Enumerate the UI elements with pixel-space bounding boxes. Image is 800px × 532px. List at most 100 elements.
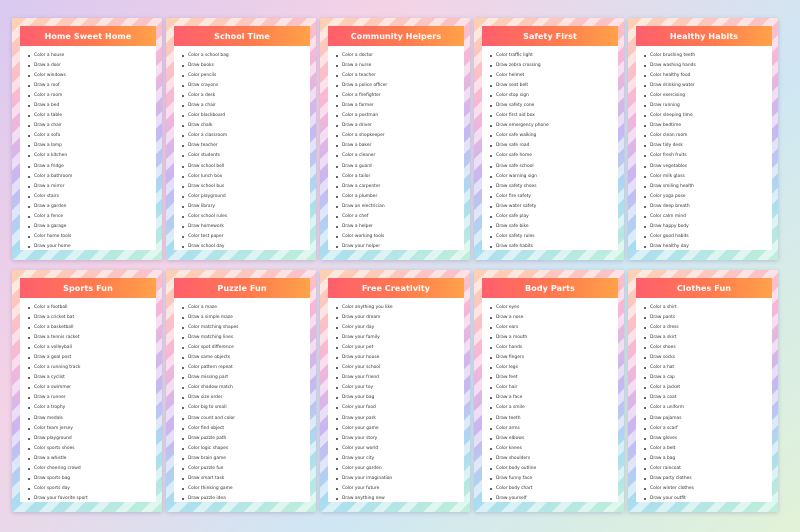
activity-item: Draw drinking water <box>644 81 772 91</box>
activity-item: Draw chalk <box>182 121 310 131</box>
activity-item: Color a fence <box>28 212 156 222</box>
worksheet-title: Sports Fun <box>20 278 156 298</box>
activity-item: Draw running <box>644 101 772 111</box>
activity-item: Draw a simple maze <box>182 313 310 323</box>
activity-item: Color healthy food <box>644 71 772 81</box>
activity-item: Draw a runner <box>28 393 156 403</box>
activity-item: Color a football <box>28 303 156 313</box>
activity-item: Draw your dream <box>336 313 464 323</box>
activity-item: Draw school day <box>182 242 310 252</box>
activity-item: Color arms <box>490 424 618 434</box>
activity-item: Color your toy <box>336 383 464 393</box>
activity-item: Color a chef <box>336 212 464 222</box>
activity-item: Color a scarf <box>644 424 772 434</box>
activity-item: Draw missing part <box>182 373 310 383</box>
activity-item: Color fire safety <box>490 192 618 202</box>
activity-item: Draw a farmer <box>336 101 464 111</box>
activity-item: Color your game <box>336 424 464 434</box>
activity-item: Draw a guard <box>336 162 464 172</box>
activity-item: Color a kitchen <box>28 151 156 161</box>
activity-item: Draw school bus <box>182 182 310 192</box>
activity-item: Color a volleyball <box>28 343 156 353</box>
activity-item: Draw your family <box>336 333 464 343</box>
worksheet-sheet: Puzzle Fun Color a maze Draw a simple maze… <box>174 278 310 502</box>
activity-item: Draw safe habits <box>490 242 618 252</box>
activity-item: Draw deep breath <box>644 202 772 212</box>
activity-item: Draw a police officer <box>336 81 464 91</box>
activity-item: Draw emergency phone <box>490 121 618 131</box>
activity-item: Draw a tennis racket <box>28 333 156 343</box>
activity-item: Draw anything new <box>336 494 464 504</box>
activity-item: Color stop sign <box>490 91 618 101</box>
activity-item: Draw size order <box>182 393 310 403</box>
activity-item: Draw safe road <box>490 141 618 151</box>
activity-item: Draw washing hands <box>644 61 772 71</box>
activity-item: Color blackboard <box>182 111 310 121</box>
activity-item: Draw same objects <box>182 353 310 363</box>
activity-item: Color knees <box>490 444 618 454</box>
activity-item: Color puzzle fun <box>182 464 310 474</box>
activity-item: Draw a carpenter <box>336 182 464 192</box>
activity-item: Color students <box>182 151 310 161</box>
activity-item: Color home tools <box>28 232 156 242</box>
worksheet-card: Free Creativity Color anything you like Dr… <box>320 270 470 512</box>
activity-item: Draw teacher <box>182 141 310 151</box>
activity-item: Draw a driver <box>336 121 464 131</box>
activity-item: Draw a nose <box>490 313 618 323</box>
activity-item: Color your school <box>336 363 464 373</box>
activity-item: Draw a garden <box>28 202 156 212</box>
activity-item: Color big to small <box>182 403 310 413</box>
activity-item: Draw healthy day <box>644 242 772 252</box>
activity-item: Color a sofa <box>28 131 156 141</box>
worksheet-sheet: Body Parts Color eyes Draw a nose Color ear… <box>482 278 618 502</box>
worksheet-title: Home Sweet Home <box>20 26 156 46</box>
activity-item: Color a maze <box>182 303 310 313</box>
activity-item: Draw pajamas <box>644 414 772 424</box>
activity-item: Color warning sign <box>490 172 618 182</box>
activity-item: Draw your home <box>28 242 156 252</box>
activity-item: Color windows <box>28 71 156 81</box>
activity-item: Draw your helper <box>336 242 464 252</box>
activity-item: Draw a baker <box>336 141 464 151</box>
activity-list: Color traffic light Draw zebra crossing Co… <box>482 46 618 252</box>
activity-item: Color body outline <box>490 464 618 474</box>
worksheet-sheet: Healthy Habits Color brushing teeth Draw w… <box>636 26 772 250</box>
activity-item: Color safe home <box>490 151 618 161</box>
activity-list: Color anything you like Draw your dream Co… <box>328 298 464 504</box>
activity-item: Color sleeping time <box>644 111 772 121</box>
worksheet-card: Clothes Fun Color a shirt Draw pants Color … <box>628 270 778 512</box>
activity-item: Color safe play <box>490 212 618 222</box>
activity-list: Color eyes Draw a nose Color ears Draw a mo… <box>482 298 618 504</box>
activity-item: Color your food <box>336 403 464 413</box>
activity-item: Color your day <box>336 323 464 333</box>
activity-item: Draw your bag <box>336 393 464 403</box>
activity-item: Color a doctor <box>336 51 464 61</box>
worksheet-title: School Time <box>174 26 310 46</box>
activity-item: Color clean room <box>644 131 772 141</box>
activity-item: Draw feet <box>490 373 618 383</box>
activity-item: Color your garden <box>336 464 464 474</box>
activity-item: Color a hat <box>644 363 772 373</box>
activity-list: Color brushing teeth Draw washing hands Co… <box>636 46 772 252</box>
activity-item: Draw books <box>182 61 310 71</box>
worksheet-sheet: Home Sweet Home Color a house Draw a door C… <box>20 26 156 250</box>
activity-item: Color a cleaner <box>336 151 464 161</box>
activity-item: Color a room <box>28 91 156 101</box>
activity-item: Color eyes <box>490 303 618 313</box>
activity-item: Draw your house <box>336 353 464 363</box>
activity-item: Draw elbows <box>490 434 618 444</box>
activity-item: Draw a goal post <box>28 353 156 363</box>
activity-item: Color sports shoes <box>28 444 156 454</box>
worksheet-sheet: School Time Color a school bag Draw books C… <box>174 26 310 250</box>
worksheet-sheet: Safety First Color traffic light Draw zebr… <box>482 26 618 250</box>
activity-item: Color school rules <box>182 212 310 222</box>
activity-list: Color a school bag Draw books Color pencil… <box>174 46 310 252</box>
activity-item: Color first aid box <box>490 111 618 121</box>
worksheet-sheet: Free Creativity Color anything you like Dr… <box>328 278 464 502</box>
activity-item: Color a bathroom <box>28 172 156 182</box>
activity-item: Color a teacher <box>336 71 464 81</box>
activity-item: Draw your friend <box>336 373 464 383</box>
activity-item: Color pencils <box>182 71 310 81</box>
activity-item: Draw water safety <box>490 202 618 212</box>
worksheet-grid: Home Sweet Home Color a house Draw a door C… <box>0 0 800 532</box>
